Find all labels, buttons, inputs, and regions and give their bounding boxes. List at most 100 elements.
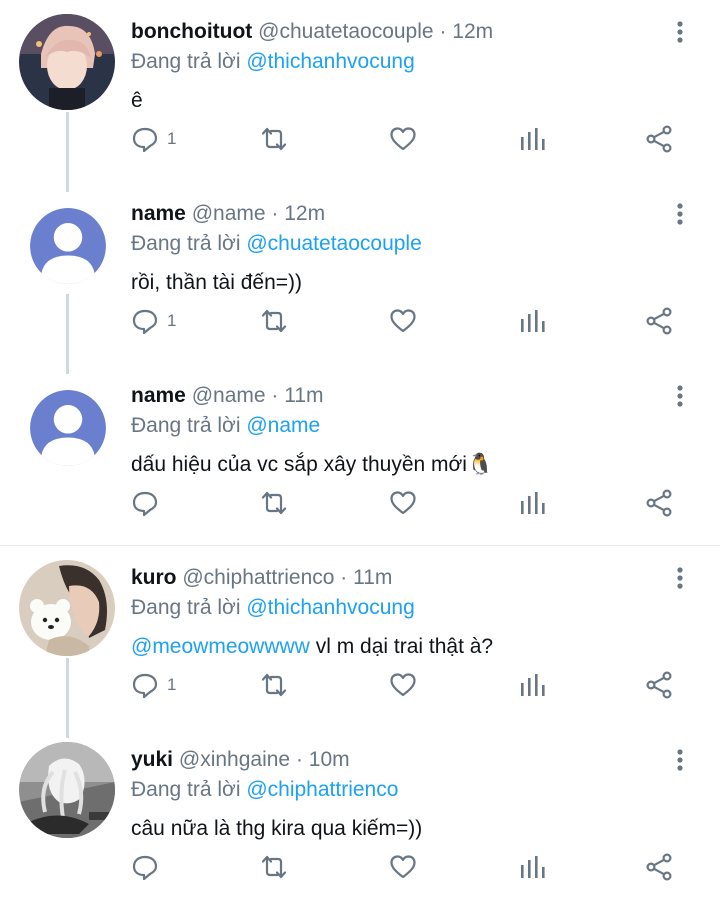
tweet-3[interactable]: name @name · 11m Đang trả lời @name dấu …	[0, 364, 720, 546]
separator-dot: ·	[271, 202, 279, 225]
timestamp[interactable]: 10m	[309, 748, 350, 771]
retweet-button[interactable]	[260, 668, 288, 702]
avatar[interactable]	[19, 14, 115, 110]
user-handle[interactable]: @xinhgaine	[179, 748, 290, 771]
avatar[interactable]	[19, 560, 115, 656]
timestamp[interactable]: 12m	[452, 20, 493, 43]
share-icon	[646, 671, 672, 699]
tweet-text: @meowmeowwww vl m dại trai thật à?	[131, 634, 493, 660]
retweet-icon	[261, 491, 287, 515]
share-button[interactable]	[645, 668, 673, 702]
display-name[interactable]: bonchoituot	[131, 20, 252, 43]
tweet-5[interactable]: yuki @xinhgaine · 10m Đang trả lời @chip…	[0, 728, 720, 910]
reply-icon	[132, 855, 158, 881]
reply-button[interactable]: 1	[131, 122, 176, 156]
replying-to: Đang trả lời @thichanhvocung	[131, 595, 415, 621]
like-button[interactable]	[389, 486, 417, 520]
like-button[interactable]	[389, 304, 417, 338]
retweet-button[interactable]	[260, 850, 288, 884]
analytics-button[interactable]	[518, 850, 546, 884]
body-mention[interactable]: @meowmeowwww	[131, 635, 310, 658]
replying-prefix: Đang trả lời	[131, 778, 241, 801]
retweet-icon	[261, 127, 287, 151]
display-name[interactable]: name	[131, 384, 186, 407]
heart-icon	[390, 491, 416, 515]
heart-icon	[390, 309, 416, 333]
separator-dot: ·	[439, 20, 447, 43]
like-button[interactable]	[389, 122, 417, 156]
replying-to: Đang trả lời @thichanhvocung	[131, 49, 415, 75]
share-button[interactable]	[645, 122, 673, 156]
analytics-icon	[521, 310, 545, 332]
tweet-text: câu nữa là thg kira qua kiếm=))	[131, 817, 423, 840]
timestamp[interactable]: 11m	[353, 566, 392, 589]
tweet-actions	[131, 850, 701, 884]
user-handle[interactable]: @name	[192, 202, 266, 225]
user-handle[interactable]: @chuatetaocouple	[258, 20, 433, 43]
retweet-button[interactable]	[260, 304, 288, 338]
replying-mention[interactable]: @thichanhvocung	[246, 596, 414, 619]
share-icon	[646, 853, 672, 881]
separator-dot: ·	[340, 566, 348, 589]
user-handle[interactable]: @chiphattrienco	[182, 566, 334, 589]
user-photo-icon	[19, 14, 115, 110]
display-name[interactable]: yuki	[131, 748, 173, 771]
more-options-icon[interactable]	[668, 382, 692, 410]
reply-button[interactable]	[131, 486, 167, 520]
tweet-actions	[131, 486, 701, 520]
default-avatar-icon	[30, 208, 106, 284]
retweet-icon	[261, 673, 287, 697]
tweet-2[interactable]: name @name · 12m Đang trả lời @chuatetao…	[0, 182, 720, 374]
analytics-button[interactable]	[518, 122, 546, 156]
replying-mention[interactable]: @thichanhvocung	[246, 50, 414, 73]
reply-button[interactable]	[131, 850, 167, 884]
tweet-1[interactable]: bonchoituot @chuatetaocouple · 12m Đang …	[0, 0, 720, 192]
reply-icon	[132, 673, 158, 699]
like-button[interactable]	[389, 668, 417, 702]
avatar[interactable]	[30, 390, 106, 466]
tweet-4[interactable]: kuro @chiphattrienco · 11m Đang trả lời …	[0, 546, 720, 738]
more-options-icon[interactable]	[668, 746, 692, 774]
more-options-icon[interactable]	[668, 200, 692, 228]
avatar[interactable]	[30, 208, 106, 284]
avatar[interactable]	[19, 742, 115, 838]
tweet-header: name @name · 12m	[131, 201, 325, 227]
tweet-text: dấu hiệu của vc sắp xây thuyền mới🐧	[131, 453, 494, 476]
analytics-button[interactable]	[518, 668, 546, 702]
display-name[interactable]: name	[131, 202, 186, 225]
retweet-button[interactable]	[260, 486, 288, 520]
share-icon	[646, 489, 672, 517]
default-avatar-icon	[30, 390, 106, 466]
tweet-header: kuro @chiphattrienco · 11m	[131, 565, 392, 591]
separator-dot: ·	[295, 748, 303, 771]
display-name[interactable]: kuro	[131, 566, 177, 589]
like-button[interactable]	[389, 850, 417, 884]
timestamp[interactable]: 12m	[284, 202, 325, 225]
share-button[interactable]	[645, 850, 673, 884]
heart-icon	[390, 127, 416, 151]
replying-prefix: Đang trả lời	[131, 414, 241, 437]
analytics-icon	[521, 128, 545, 150]
analytics-icon	[521, 492, 545, 514]
tweet-text: rồi, thần tài đến=))	[131, 271, 303, 294]
replying-mention[interactable]: @name	[246, 414, 320, 437]
thread-line	[66, 294, 69, 374]
replying-to: Đang trả lời @chiphattrienco	[131, 777, 398, 803]
tweet-actions: 1	[131, 668, 701, 702]
replying-mention[interactable]: @chiphattrienco	[246, 778, 398, 801]
analytics-button[interactable]	[518, 486, 546, 520]
reply-count: 1	[167, 129, 177, 148]
retweet-button[interactable]	[260, 122, 288, 156]
analytics-button[interactable]	[518, 304, 546, 338]
timestamp[interactable]: 11m	[284, 384, 323, 407]
more-options-icon[interactable]	[668, 564, 692, 592]
thread-line	[66, 658, 69, 738]
reply-button[interactable]: 1	[131, 668, 176, 702]
user-photo-icon	[19, 560, 115, 656]
user-handle[interactable]: @name	[192, 384, 266, 407]
share-button[interactable]	[645, 486, 673, 520]
share-button[interactable]	[645, 304, 673, 338]
reply-button[interactable]: 1	[131, 304, 176, 338]
more-options-icon[interactable]	[668, 18, 692, 46]
replying-mention[interactable]: @chuatetaocouple	[246, 232, 421, 255]
